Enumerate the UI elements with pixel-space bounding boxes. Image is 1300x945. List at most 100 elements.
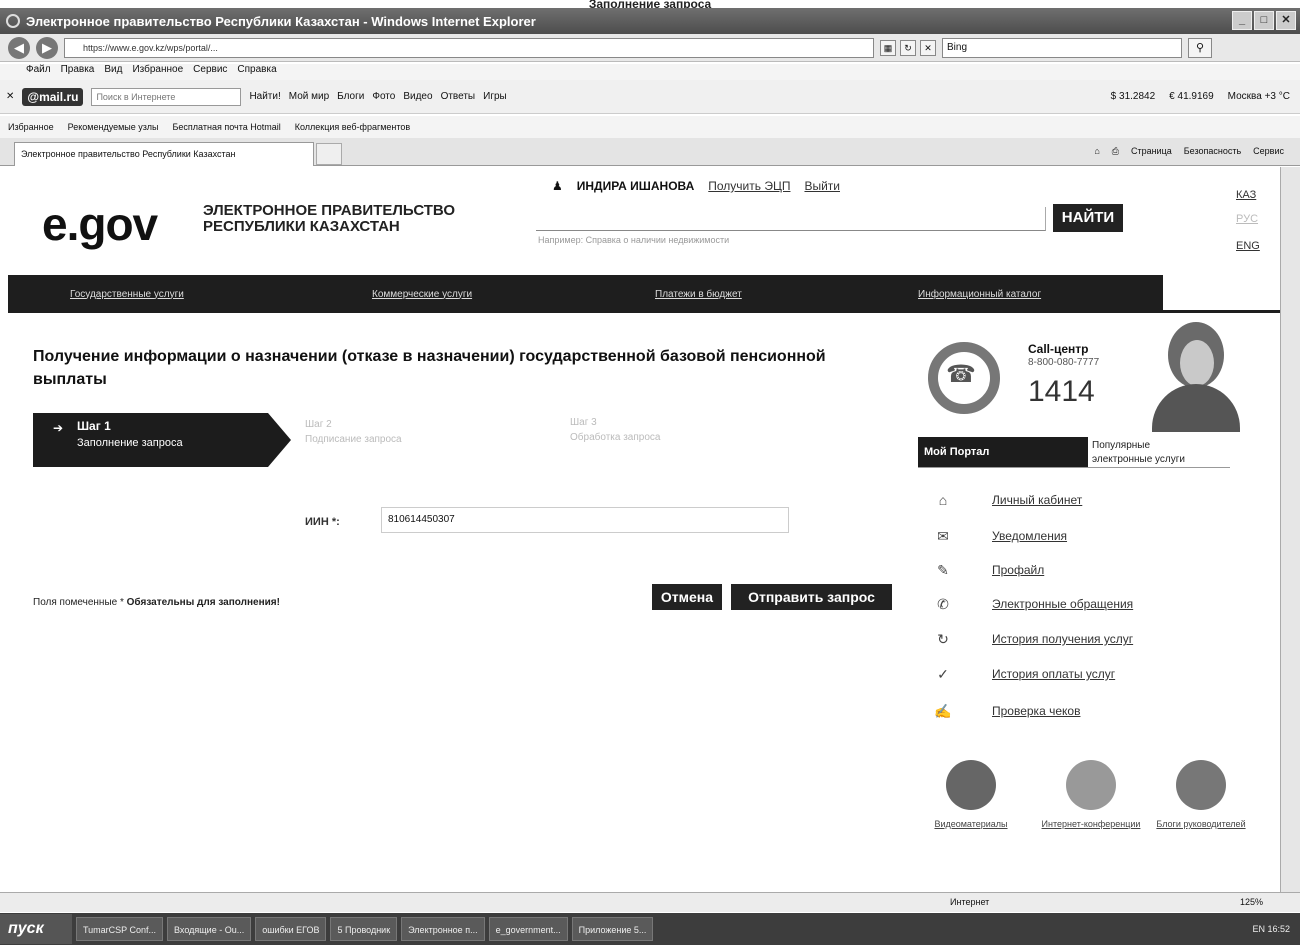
taskbar: пуск TumarCSP Conf... Входящие - Ou... о… [0,913,1300,945]
compatibility-icon[interactable]: ▦ [880,39,896,56]
mailru-link-photo[interactable]: Фото [372,91,395,102]
media-video[interactable]: Видеоматериалы [916,760,1026,831]
taskbar-item[interactable]: e_government... [488,917,568,941]
media-conference[interactable]: Интернет-конференции [1036,760,1146,831]
forward-icon[interactable]: ▶ [36,36,58,59]
nav-gov-services[interactable]: Государственные услуги [70,289,184,300]
menu-favorites[interactable]: Избранное [132,64,183,80]
new-tab-button[interactable] [316,143,342,165]
taskbar-item[interactable]: 5 Проводник [330,917,398,941]
cmd-page[interactable]: Страница [1131,146,1172,157]
find-button[interactable]: НАЙТИ [1053,204,1123,232]
fav-item[interactable]: Коллекция веб-фрагментов [295,122,410,132]
mailru-link-blogs[interactable]: Блоги [337,91,364,102]
submit-request-button[interactable]: Отправить запрос [731,584,892,610]
menu-item-check-receipts[interactable]: ✍ Проверка чеков [928,700,1188,722]
logout-link[interactable]: Выйти [804,179,840,193]
menu-label[interactable]: Электронные обращения [992,597,1133,611]
close-toolbar-icon[interactable]: ✕ [6,91,14,102]
lang-kaz[interactable]: КАЗ [1236,189,1256,201]
back-icon[interactable]: ◀ [8,36,30,59]
browser-tab[interactable]: Электронное правительство Республики Каз… [14,142,314,166]
close-icon[interactable]: ✕ [1276,11,1296,30]
print-icon[interactable]: ⎙ [1112,146,1119,157]
window-title: Электронное правительство Республики Каз… [26,13,536,29]
menu-label[interactable]: Профайл [992,563,1044,577]
tab-my-portal[interactable]: Мой Портал [918,437,1088,467]
taskbar-item[interactable]: ошибки ЕГОВ [255,917,327,941]
menu-item-cabinet[interactable]: ⌂ Личный кабинет [928,489,1188,511]
zoom-level[interactable]: 125% [1240,897,1263,907]
menu-item-service-history[interactable]: ↻ История получения услуг [928,628,1188,650]
tab-row: Электронное правительство Республики Каз… [0,138,1300,166]
nav-payments[interactable]: Платежи в бюджет [655,289,742,300]
usd-rate[interactable]: $ 31.2842 [1111,91,1156,102]
search-hint: Например: Справка о наличии недвижимости [538,235,730,245]
refresh-icon[interactable]: ↻ [900,39,916,56]
taskbar-item[interactable]: Электронное п... [401,917,485,941]
mailru-link-games[interactable]: Игры [483,91,507,102]
home-icon[interactable]: ⌂ [1094,146,1099,157]
menu-help[interactable]: Справка [237,64,276,80]
media-label[interactable]: Интернет-конференции [1036,818,1146,831]
stop-icon[interactable]: ✕ [920,39,936,56]
menu-view[interactable]: Вид [104,64,122,80]
step-name: Шаг 2 [305,419,332,430]
menu-item-payment-history[interactable]: ✓ История оплаты услуг [928,663,1188,685]
menu-label[interactable]: История оплаты услуг [992,667,1115,681]
iin-label: ИИН *: [305,516,340,528]
site-search-input[interactable] [536,207,1046,231]
menu-item-appeals[interactable]: ✆ Электронные обращения [928,593,1188,615]
taskbar-item[interactable]: TumarCSP Conf... [76,917,164,941]
menu-label[interactable]: Проверка чеков [992,704,1080,718]
nav-catalog[interactable]: Информационный каталог [918,289,1041,300]
minimize-icon[interactable]: _ [1232,11,1252,30]
menu-label[interactable]: Личный кабинет [992,493,1082,507]
menu-edit[interactable]: Правка [61,64,95,80]
blog-icon [1176,760,1226,810]
eur-rate[interactable]: € 41.9169 [1169,91,1214,102]
taskbar-item[interactable]: Приложение 5... [571,917,654,941]
cmd-tools[interactable]: Сервис [1253,146,1284,157]
get-ecp-link[interactable]: Получить ЭЦП [708,179,790,193]
start-button[interactable]: пуск [0,914,72,944]
mailru-find-button[interactable]: Найти! [249,91,280,102]
cancel-button[interactable]: Отмена [652,584,722,610]
nav-commercial[interactable]: Коммерческие услуги [372,289,472,300]
menu-item-notifications[interactable]: ✉ Уведомления [928,525,1188,547]
iin-input[interactable]: 810614450307 [381,507,789,533]
mailru-link-video[interactable]: Видео [403,91,432,102]
menu-tools[interactable]: Сервис [193,64,227,80]
mailru-link-mymir[interactable]: Мой мир [289,91,329,102]
step-1-active: ➔ Шаг 1 Заполнение запроса [33,413,291,467]
weather[interactable]: Москва +3 °C [1228,91,1290,102]
required-note: Поля помеченные * Обязательны для заполн… [33,597,280,608]
portal-divider [918,467,1230,468]
media-label[interactable]: Блоги руководителей [1146,818,1256,831]
tab-popular-services[interactable]: Популярные электронные услуги [1092,439,1185,467]
fav-item[interactable]: Рекомендуемые узлы [68,122,159,132]
search-icon[interactable]: ⚲ [1188,37,1212,58]
menu-label[interactable]: Уведомления [992,529,1067,543]
bing-search-input[interactable]: Bing [942,37,1182,58]
mailru-logo[interactable]: @mail.ru [22,87,84,106]
step-2: Шаг 2 Подписание запроса [305,417,402,447]
fav-item[interactable]: Бесплатная почта Hotmail [173,122,281,132]
lang-eng[interactable]: ENG [1236,240,1260,252]
mailru-search-input[interactable]: Поиск в Интернете [91,87,242,106]
media-blogs[interactable]: Блоги руководителей [1146,760,1256,831]
menu-item-profile[interactable]: ✎ Профайл [928,559,1188,581]
maximize-icon[interactable]: □ [1254,11,1274,30]
lang-rus[interactable]: РУС [1236,213,1258,225]
menu-label[interactable]: История получения услуг [992,632,1133,646]
url-field[interactable]: https://www.e.gov.kz/wps/portal/... [64,37,874,58]
taskbar-item[interactable]: Входящие - Ou... [167,917,252,941]
mailru-link-answers[interactable]: Ответы [441,91,476,102]
egov-logo[interactable]: e.gov [42,197,158,251]
menu-file[interactable]: Файл [26,64,51,80]
cmd-security[interactable]: Безопасность [1184,146,1241,157]
required-text: Обязательны для заполнения! [126,597,280,608]
media-label[interactable]: Видеоматериалы [916,818,1026,831]
vertical-scrollbar[interactable] [1280,167,1300,892]
favorites-button[interactable]: Избранное [8,122,54,132]
